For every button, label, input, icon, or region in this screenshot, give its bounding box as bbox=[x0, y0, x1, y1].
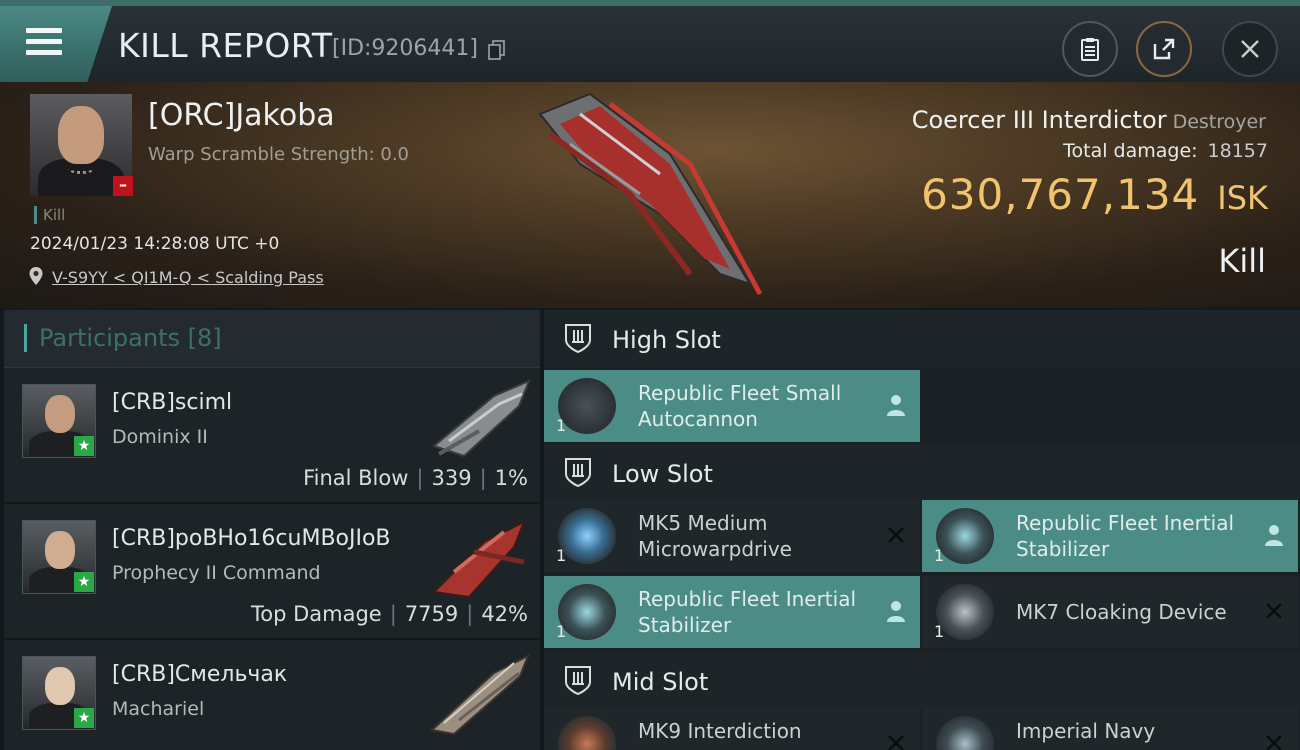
participant-tag: Final Blow bbox=[303, 466, 409, 490]
person-icon[interactable] bbox=[1262, 522, 1286, 548]
kill-summary: – [ORC]Jakoba Warp Scramble Strength: 0.… bbox=[0, 82, 1300, 308]
module-name: Imperial Navy bbox=[1016, 719, 1156, 743]
imperial-navy-module-icon bbox=[936, 716, 994, 750]
share-button[interactable] bbox=[1136, 21, 1192, 77]
kill-timestamp: 2024/01/23 14:28:08 UTC +0 bbox=[30, 234, 280, 254]
victim-name[interactable]: [ORC]Jakoba bbox=[148, 98, 335, 133]
copy-icon[interactable] bbox=[488, 40, 506, 60]
participant-ship-image bbox=[431, 519, 526, 599]
participant-damage: 7759 bbox=[404, 602, 459, 626]
participant-row[interactable]: ★ [CRB]poBHo16cuMBoJIoB Prophecy II Comm… bbox=[4, 504, 540, 640]
module-qty: 1 bbox=[934, 622, 945, 641]
interdiction-module-icon bbox=[558, 716, 616, 750]
hostile-badge: – bbox=[113, 176, 133, 196]
participant-damage: 339 bbox=[431, 466, 472, 490]
destroyed-x-icon bbox=[888, 527, 904, 543]
participants-header: Participants [8] bbox=[4, 310, 540, 368]
fleet-star-icon: ★ bbox=[74, 572, 94, 592]
location-link[interactable]: V-S9YY < QI1M-Q < Scalding Pass bbox=[30, 268, 324, 287]
participant-ship: Dominix II bbox=[112, 426, 208, 448]
total-damage-label: Total damage: bbox=[1063, 140, 1198, 162]
total-damage: Total damage: 18157 bbox=[1063, 140, 1268, 162]
hamburger-icon bbox=[26, 28, 62, 56]
report-id: [ID:9206441] bbox=[332, 36, 478, 61]
share-icon bbox=[1153, 38, 1175, 60]
autocannon-icon bbox=[558, 378, 616, 434]
result-label: Kill bbox=[1218, 242, 1266, 280]
participants-title: Participants [8] bbox=[24, 324, 222, 352]
participant-name: [CRB]poBHo16cuMBoJIoB bbox=[112, 526, 391, 551]
participant-name: [CRB]Смельчак bbox=[112, 662, 288, 687]
low-slot-header: Low Slot bbox=[544, 444, 1300, 502]
participants-panel: Participants [8] ★ [CRB]sciml Dominix II… bbox=[4, 310, 540, 750]
module-name: Republic Fleet Small Autocannon bbox=[638, 381, 842, 431]
person-icon[interactable] bbox=[884, 598, 908, 624]
module-item[interactable]: MK9 Interdiction bbox=[544, 708, 920, 750]
inertial-stabilizer-icon bbox=[936, 508, 994, 564]
warp-scramble-strength: Warp Scramble Strength: 0.0 bbox=[148, 144, 410, 165]
module-qty: 1 bbox=[556, 546, 567, 565]
isk-amount: 630,767,134 bbox=[921, 170, 1200, 219]
module-item[interactable]: Imperial Navy bbox=[922, 708, 1298, 750]
module-item[interactable]: 1 Republic Fleet Inertial Stabilizer bbox=[544, 576, 920, 648]
module-item[interactable]: 1 Republic Fleet Inertial Stabilizer bbox=[922, 500, 1298, 572]
kill-tag: Kill bbox=[34, 206, 65, 224]
slot-shield-icon bbox=[565, 458, 591, 488]
close-button[interactable] bbox=[1222, 21, 1278, 77]
module-qty: 1 bbox=[556, 622, 567, 641]
module-item[interactable]: 1 MK5 Medium Microwarpdrive bbox=[544, 500, 920, 572]
participant-row[interactable]: ★ [CRB]sciml Dominix II Final Blow | 339 | 1… bbox=[4, 368, 540, 504]
participant-stats: Top Damage | 7759 | 42% bbox=[250, 602, 528, 626]
participant-ship: Machariel bbox=[112, 698, 205, 720]
person-icon[interactable] bbox=[884, 392, 908, 418]
destroyed-x-icon bbox=[1266, 603, 1282, 619]
module-name: Republic Fleet Inertial Stabilizer bbox=[1016, 511, 1235, 561]
module-qty: 1 bbox=[934, 546, 945, 565]
mid-slot-header: Mid Slot bbox=[544, 652, 1300, 710]
high-slot-header: High Slot bbox=[544, 310, 1300, 368]
isk-value: 630,767,134 ISK bbox=[921, 170, 1268, 219]
participant-tag: Top Damage bbox=[250, 602, 382, 626]
participant-ship-image bbox=[431, 379, 531, 458]
module-qty: 1 bbox=[556, 416, 567, 435]
destroyed-x-icon bbox=[1266, 735, 1282, 750]
fleet-star-icon: ★ bbox=[74, 708, 94, 728]
clipboard-icon bbox=[1081, 38, 1099, 61]
participant-ship: Prophecy II Command bbox=[112, 562, 321, 584]
slot-shield-icon bbox=[565, 666, 591, 696]
inertial-stabilizer-icon bbox=[558, 584, 616, 640]
cloaking-device-icon bbox=[936, 584, 994, 640]
fleet-star-icon: ★ bbox=[74, 436, 94, 456]
destroyed-x-icon bbox=[888, 735, 904, 750]
clipboard-button[interactable] bbox=[1062, 21, 1118, 77]
module-item[interactable]: 1 MK7 Cloaking Device bbox=[922, 576, 1298, 648]
victim-ship-name[interactable]: Coercer III Interdictor Destroyer bbox=[912, 106, 1266, 134]
microwarpdrive-icon bbox=[558, 508, 616, 564]
isk-unit: ISK bbox=[1217, 179, 1268, 217]
ship-class: Destroyer bbox=[1172, 111, 1266, 133]
mid-slot-label: Mid Slot bbox=[612, 668, 709, 696]
fitting-panel: High Slot 1 Republic Fleet Small Autocan… bbox=[544, 310, 1300, 750]
menu-button[interactable] bbox=[0, 6, 112, 82]
ship-type: Coercer III Interdictor bbox=[911, 106, 1167, 134]
participant-ship-image bbox=[429, 653, 530, 736]
participant-percent: 1% bbox=[494, 466, 528, 490]
participant-percent: 42% bbox=[481, 602, 528, 626]
participant-name: [CRB]sciml bbox=[112, 390, 233, 415]
victim-ship-image bbox=[538, 92, 763, 296]
module-name: MK9 Interdiction bbox=[638, 719, 802, 743]
header-bar: KILL REPORT [ID:9206441] bbox=[0, 0, 1300, 82]
total-damage-value: 18157 bbox=[1207, 140, 1268, 162]
module-item[interactable]: 1 Republic Fleet Small Autocannon bbox=[544, 370, 920, 442]
high-slot-label: High Slot bbox=[612, 326, 721, 354]
module-name: MK7 Cloaking Device bbox=[1016, 600, 1227, 624]
page-title: KILL REPORT bbox=[118, 26, 333, 65]
participant-row[interactable]: ★ [CRB]Смельчак Machariel bbox=[4, 640, 540, 750]
participant-stats: Final Blow | 339 | 1% bbox=[303, 466, 528, 490]
close-icon bbox=[1241, 40, 1259, 58]
module-name: MK5 Medium Microwarpdrive bbox=[638, 511, 792, 561]
low-slot-label: Low Slot bbox=[612, 460, 713, 488]
module-name: Republic Fleet Inertial Stabilizer bbox=[638, 587, 857, 637]
slot-shield-icon bbox=[565, 324, 591, 354]
